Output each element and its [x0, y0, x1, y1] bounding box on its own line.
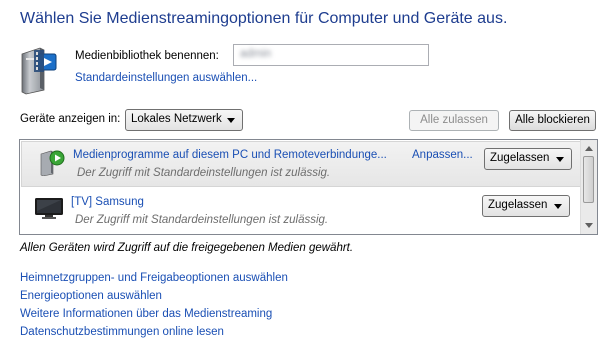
media-server-icon [18, 44, 62, 96]
permission-value: Zugelassen [488, 199, 548, 211]
scroll-up-icon[interactable] [585, 146, 593, 151]
vertical-scrollbar[interactable] [580, 140, 597, 234]
access-note: Allen Geräten wird Zugriff auf die freig… [20, 242, 354, 254]
device-description: Der Zugriff mit Standardeinstellungen is… [75, 214, 329, 226]
power-options-link[interactable]: Energieoptionen auswählen [20, 288, 288, 306]
library-name-value: admin [240, 48, 272, 60]
page-title: Wählen Sie Medienstreamingoptionen für C… [20, 10, 508, 27]
chevron-down-icon [556, 157, 564, 162]
device-name[interactable]: Medienprogramme auf diesem PC und Remote… [73, 149, 387, 161]
homegroup-sharing-link[interactable]: Heimnetzgruppen- und Freigabeoptionen au… [20, 270, 288, 288]
network-select[interactable]: Lokales Netzwerk [125, 109, 243, 131]
tv-icon [34, 196, 64, 220]
show-devices-label: Geräte anzeigen in: [20, 113, 121, 125]
permission-select[interactable]: Zugelassen [482, 195, 570, 217]
library-name-label: Medienbibliothek benennen: [75, 50, 219, 62]
device-row-tv[interactable]: [TV] Samsung Der Zugriff mit Standardein… [20, 189, 581, 234]
scroll-down-icon[interactable] [585, 223, 593, 228]
scroll-thumb[interactable] [583, 156, 594, 203]
media-streaming-info-link[interactable]: Weitere Informationen über das Medienstr… [20, 306, 288, 324]
device-list: Medienprogramme auf diesem PC und Remote… [19, 139, 598, 235]
library-name-input[interactable]: admin [233, 44, 429, 66]
privacy-statement-link[interactable]: Datenschutzbestimmungen online lesen [20, 324, 288, 342]
permission-select[interactable]: Zugelassen [484, 148, 572, 170]
customize-link[interactable]: Anpassen... [412, 149, 473, 161]
block-all-button[interactable]: Alle blockieren [509, 110, 596, 131]
chevron-down-icon [227, 118, 235, 123]
permission-value: Zugelassen [490, 152, 550, 164]
allow-all-button[interactable]: Alle zulassen [409, 110, 499, 131]
network-select-value: Lokales Netzwerk [131, 113, 222, 125]
bottom-links: Heimnetzgruppen- und Freigabeoptionen au… [20, 270, 288, 342]
device-description: Der Zugriff mit Standardeinstellungen is… [77, 167, 331, 179]
device-name[interactable]: [TV] Samsung [71, 196, 144, 208]
device-row-media-programs[interactable]: Medienprogramme auf diesem PC und Remote… [21, 141, 581, 187]
default-settings-link[interactable]: Standardeinstellungen auswählen... [75, 72, 257, 84]
media-programs-icon [37, 148, 67, 177]
chevron-down-icon [554, 204, 562, 209]
